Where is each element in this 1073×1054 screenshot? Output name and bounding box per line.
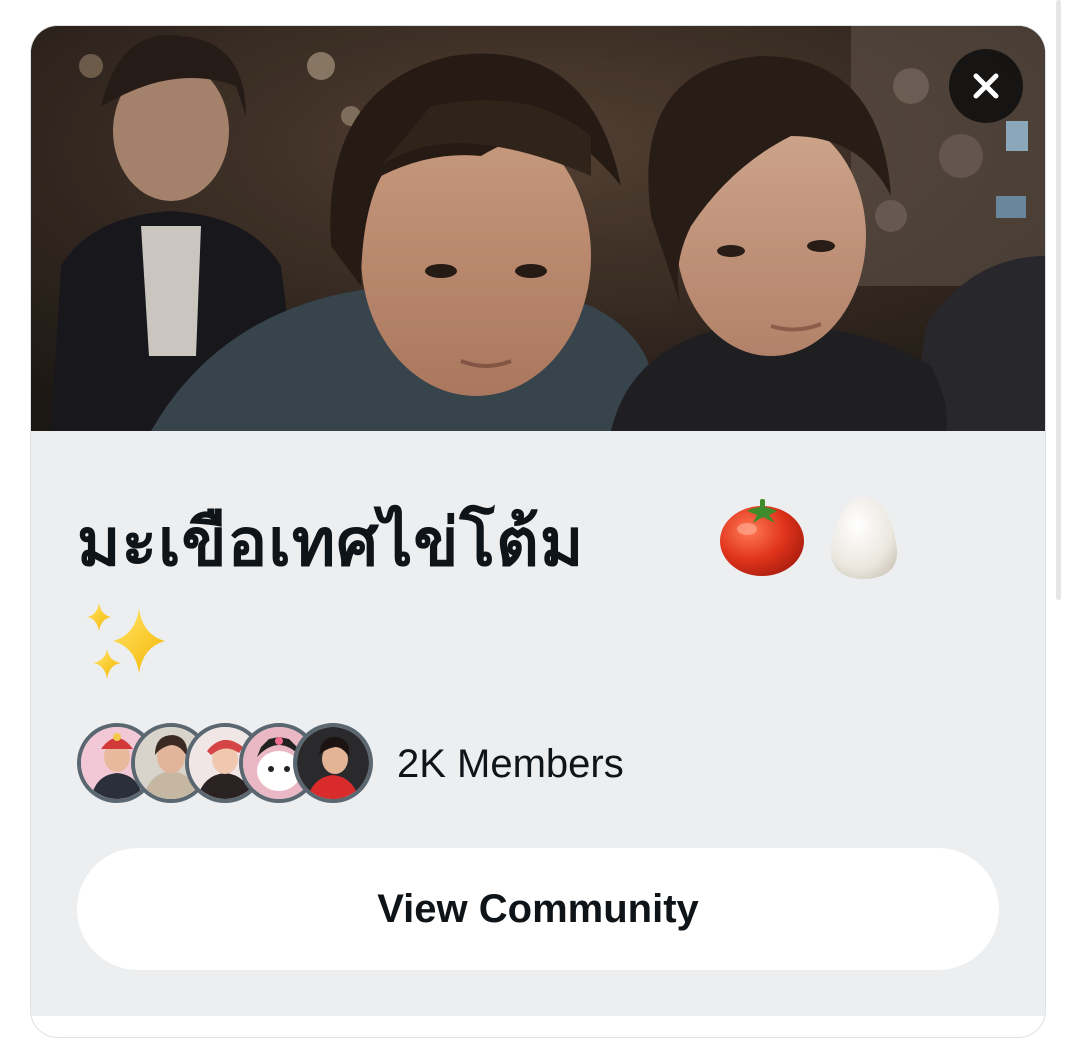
member-summary[interactable]: 2K Members [77,721,624,811]
community-name: มะเขือเทศไข่โต้ม [77,504,585,581]
community-banner-image [31,26,1045,431]
egg-emoji-icon [831,497,897,579]
view-community-button[interactable]: View Community [77,848,999,970]
page-scrollbar[interactable] [1056,0,1061,600]
avatar [293,723,373,803]
community-card: มะเขือเทศไข่โต้ม 2K Members View Communi… [30,25,1046,1038]
community-info: มะเขือเทศไข่โต้ม 2K Members View Communi… [31,431,1045,1016]
close-button[interactable] [949,49,1023,123]
tomato-emoji-icon [720,499,804,576]
member-count: 2K Members [397,741,624,786]
view-community-label: View Community [377,886,699,931]
close-icon [973,73,999,99]
member-avatars [77,721,383,811]
sparkles-emoji-icon [87,603,165,679]
